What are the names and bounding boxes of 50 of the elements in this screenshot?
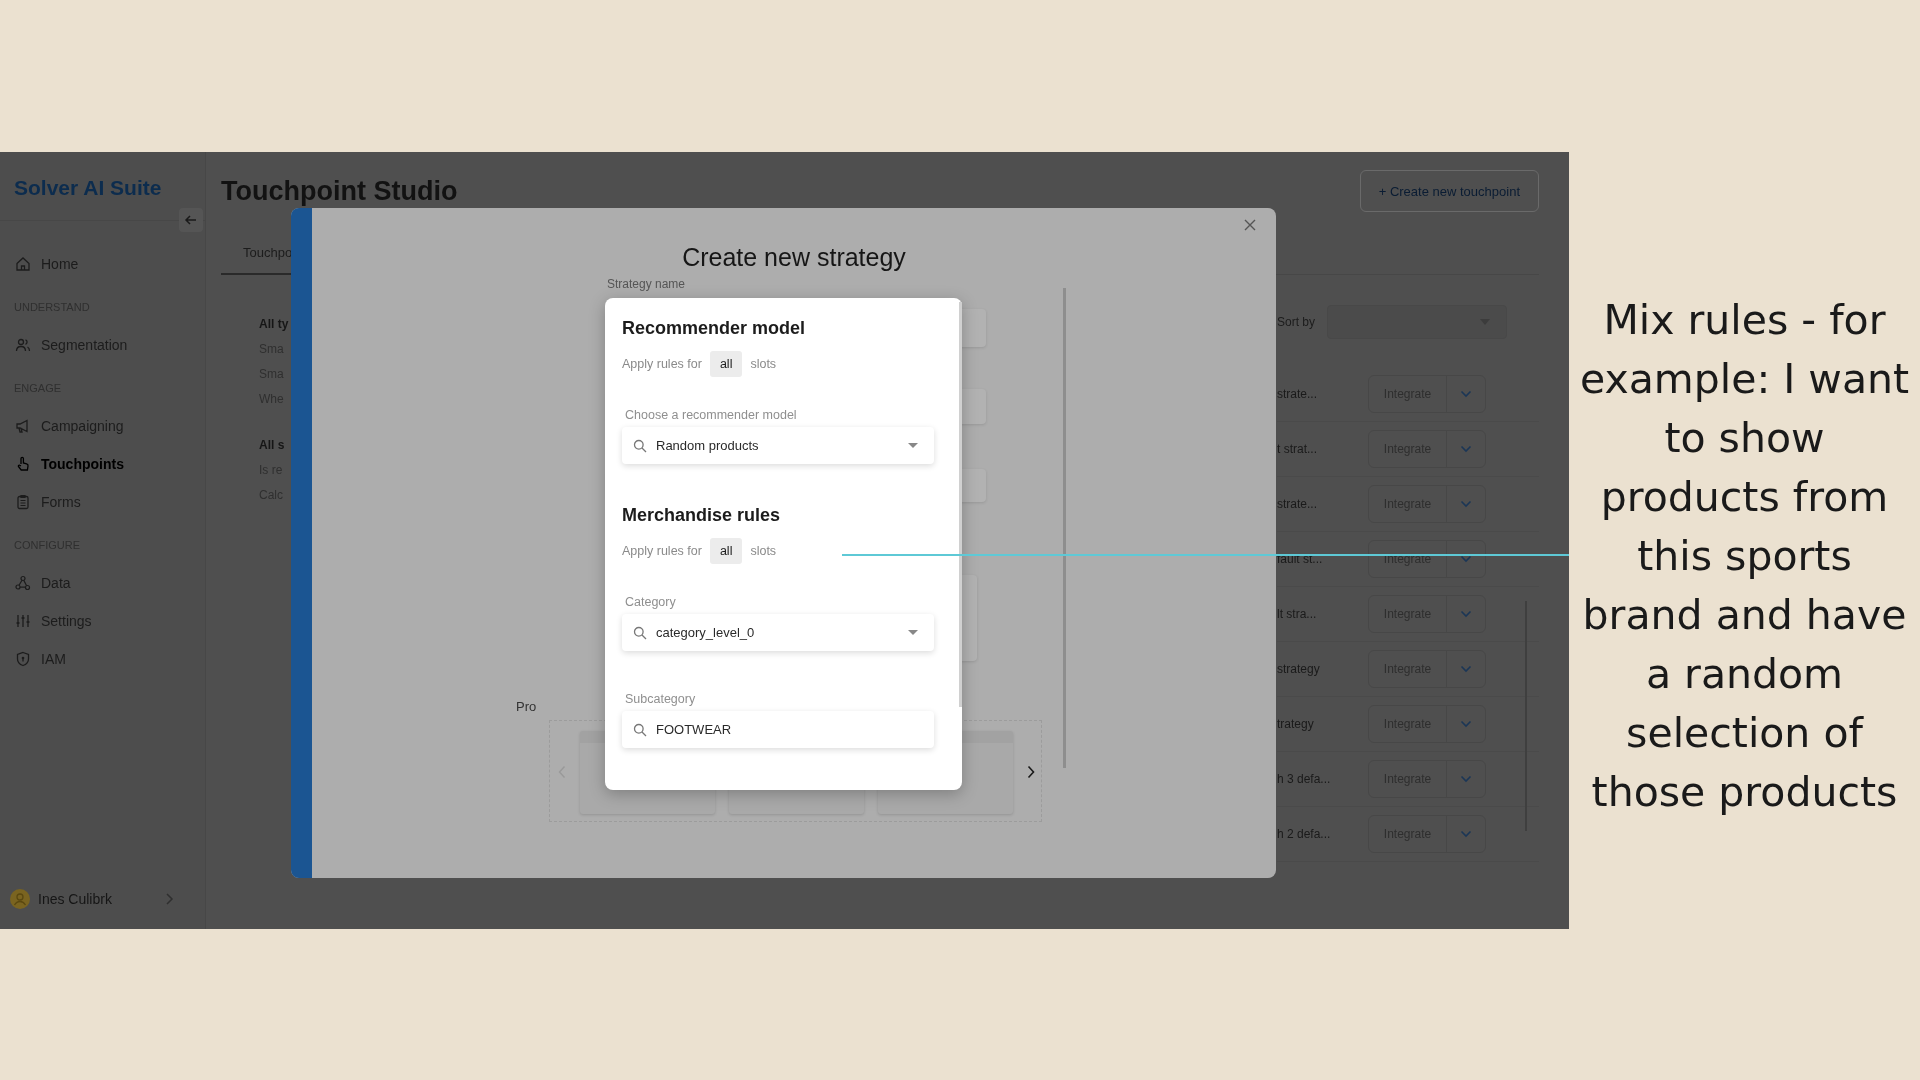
page-title: Touchpoint Studio <box>221 175 458 207</box>
slot-scope-chip[interactable]: all <box>709 538 743 564</box>
apply-rules-label: Apply rules for <box>622 544 702 558</box>
scrollbar[interactable] <box>959 302 962 707</box>
field-label: Category <box>624 594 677 610</box>
section-heading: Merchandise rules <box>622 504 782 527</box>
home-icon <box>15 256 31 272</box>
chevron-down-icon <box>1460 445 1472 453</box>
chevron-down-icon <box>1460 775 1472 783</box>
select-field[interactable]: category_level_0 <box>622 614 934 651</box>
apply-rules-label: slots <box>750 544 777 558</box>
slot-scope-chip[interactable]: all <box>709 351 743 377</box>
close-icon[interactable] <box>1243 218 1257 232</box>
field-label: Choose a recommender model <box>624 407 798 423</box>
chevron-down-icon <box>1460 555 1472 563</box>
field-label: Strategy name <box>607 277 686 291</box>
search-icon <box>633 438 647 453</box>
field-label: Subcategory <box>624 691 697 707</box>
sliders-icon <box>15 613 31 629</box>
summary-heading: All ty <box>259 316 290 333</box>
arrow-left-icon <box>184 213 198 227</box>
section-heading: Recommender model <box>622 317 807 340</box>
apply-rules-label: Apply rules for <box>622 357 702 371</box>
clipboard-icon <box>15 494 31 510</box>
search-icon <box>633 722 647 737</box>
create-touchpoint-button[interactable]: + Create new touchpoint <box>1359 170 1539 212</box>
search-field[interactable]: FOOTWEAR <box>622 711 934 748</box>
nodes-icon <box>15 575 31 591</box>
select-field[interactable]: Random products <box>622 427 934 464</box>
shield-icon <box>15 651 31 667</box>
apply-rules-label: slots <box>750 357 777 371</box>
caret-icon <box>908 630 918 635</box>
chevron-down-icon <box>1460 830 1472 838</box>
chevron-down-icon <box>1460 720 1472 728</box>
summary-heading: All s <box>259 437 286 454</box>
collapse-button[interactable] <box>179 208 203 232</box>
modal-title: Create new strategy <box>681 243 907 272</box>
chevron-down-icon <box>1460 390 1472 398</box>
caret-icon <box>908 443 918 448</box>
megaphone-icon <box>15 418 31 434</box>
chevron-down-icon <box>1460 610 1472 618</box>
field-label: Pro <box>516 699 537 714</box>
search-icon <box>633 625 647 640</box>
chevron-down-icon <box>1460 665 1472 673</box>
caption-text: Mix rules - for example: I want to show products from this sports brand and have a random selection of those products <box>1579 295 1910 818</box>
chevron-right-icon[interactable] <box>1027 765 1035 779</box>
chevron-down-icon <box>1460 500 1472 508</box>
nav-item[interactable]: Touchpoints <box>0 445 205 483</box>
avatar-icon <box>10 889 30 909</box>
people-icon <box>15 337 31 353</box>
